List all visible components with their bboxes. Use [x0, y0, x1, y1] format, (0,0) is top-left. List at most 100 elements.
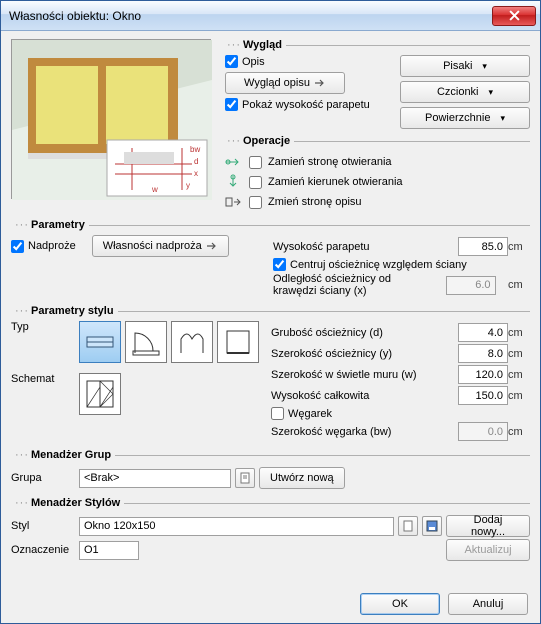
window-title: Własności obiektu: Okno — [9, 9, 492, 23]
dialog-window: Własności obiektu: Okno — [0, 0, 541, 624]
document-icon — [239, 472, 251, 484]
goto-icon — [206, 241, 218, 251]
wys-parapetu-field[interactable] — [458, 237, 508, 256]
ok-button[interactable]: OK — [360, 593, 440, 615]
swap-side-label: Zamień stronę otwierania — [268, 156, 392, 168]
operations-group: ···Operacje Zamień stronę otwierania Zam… — [223, 135, 530, 213]
wysokosc-field[interactable] — [458, 386, 508, 405]
dodaj-nowy-label: Dodaj nowy... — [457, 514, 519, 538]
odleglosc-field — [446, 276, 496, 295]
svg-text:w: w — [151, 185, 158, 194]
type-option-3[interactable] — [171, 321, 213, 363]
nadproze-checkbox[interactable] — [11, 240, 24, 253]
wegarek-label: Węgarek — [288, 408, 530, 420]
swap-direction-icon — [223, 173, 243, 191]
title-bar: Własności obiektu: Okno — [1, 1, 540, 31]
styl-label: Styl — [11, 520, 75, 532]
centruj-checkbox[interactable] — [273, 258, 286, 271]
swap-direction-checkbox[interactable] — [249, 176, 262, 189]
parametry-legend: Parametry — [31, 219, 85, 231]
dodaj-nowy-button[interactable]: Dodaj nowy... — [446, 515, 530, 537]
swap-side-icon — [223, 153, 243, 171]
save-icon — [426, 520, 438, 532]
szerokosc-osc-label: Szerokość ościeżnicy (y) — [271, 348, 458, 360]
szerokosc-osc-field[interactable] — [458, 344, 508, 363]
grupa-label: Grupa — [11, 472, 75, 484]
pokaz-wysokosc-checkbox[interactable] — [225, 98, 238, 111]
parametry-group: ···Parametry Nadproże Własności nadproża — [11, 219, 530, 299]
close-button[interactable] — [492, 6, 536, 26]
styl-browse-button[interactable] — [398, 516, 418, 536]
window-preview: bw d x y w — [11, 39, 211, 199]
wysokosc-label: Wysokość całkowita — [271, 390, 458, 402]
unit-label: cm — [508, 279, 530, 291]
typ-label: Typ — [11, 321, 75, 333]
cancel-button[interactable]: Anuluj — [448, 593, 528, 615]
parametry-stylu-group: ···Parametry stylu Typ Schemat — [11, 305, 530, 443]
oznaczenie-field[interactable] — [79, 541, 139, 560]
utworz-nowa-label: Utwórz nową — [270, 472, 334, 484]
goto-icon — [314, 78, 326, 88]
ok-label: OK — [392, 598, 408, 610]
stylow-legend: Menadżer Stylów — [31, 497, 120, 509]
swap-desc-checkbox[interactable] — [249, 196, 262, 209]
schema-option[interactable] — [79, 373, 121, 415]
unit-label: cm — [508, 348, 530, 360]
schemat-label: Schemat — [11, 373, 75, 385]
odleglosc-label: Odległość ościeżnicy od krawędzi ściany … — [273, 273, 433, 297]
powierzchnie-label: Powierzchnie — [425, 112, 490, 124]
svg-text:x: x — [194, 169, 198, 178]
parametry-stylu-legend: Parametry stylu — [31, 305, 114, 317]
czcionki-label: Czcionki — [437, 86, 479, 98]
styl-field[interactable] — [79, 517, 394, 536]
utworz-nowa-button[interactable]: Utwórz nową — [259, 467, 345, 489]
svg-text:d: d — [194, 157, 198, 166]
szer-wegarka-field — [458, 422, 508, 441]
pisaki-button[interactable]: Pisaki — [400, 55, 530, 77]
operations-legend: Operacje — [243, 135, 290, 147]
wegarek-checkbox[interactable] — [271, 407, 284, 420]
centruj-label: Centruj ościeżnicę względem ściany — [290, 259, 530, 271]
pokaz-wysokosc-row: Pokaż wysokość parapetu — [225, 98, 390, 111]
type-option-4[interactable] — [217, 321, 259, 363]
powierzchnie-button[interactable]: Powierzchnie — [400, 107, 530, 129]
appearance-legend: Wygląd — [243, 39, 282, 51]
szer-wegarka-label: Szerokość węgarka (bw) — [271, 426, 458, 438]
grupa-browse-button[interactable] — [235, 468, 255, 488]
unit-label: cm — [508, 426, 530, 438]
type-option-2[interactable] — [125, 321, 167, 363]
aktualizuj-label: Aktualizuj — [464, 544, 511, 556]
swap-direction-label: Zamień kierunek otwierania — [268, 176, 403, 188]
document-icon — [402, 520, 414, 532]
grupa-field[interactable] — [79, 469, 231, 488]
wyglad-opisu-button[interactable]: Wygląd opisu — [225, 72, 345, 94]
grubosc-field[interactable] — [458, 323, 508, 342]
dialog-footer: OK Anuluj — [360, 593, 528, 615]
czcionki-button[interactable]: Czcionki — [400, 81, 530, 103]
type-option-1[interactable] — [79, 321, 121, 363]
svg-text:y: y — [186, 181, 190, 190]
close-icon — [509, 10, 520, 21]
wlasnosci-nadproza-label: Własności nadproża — [103, 240, 202, 252]
szerokosc-muru-field[interactable] — [458, 365, 508, 384]
swap-desc-icon — [223, 193, 243, 211]
oznaczenie-label: Oznaczenie — [11, 544, 75, 556]
szerokosc-muru-label: Szerokość w świetle muru (w) — [271, 369, 458, 381]
unit-label: cm — [508, 369, 530, 381]
grupy-group: ···Menadżer Grup Grupa Utwórz nową — [11, 449, 530, 491]
stylow-group: ···Menadżer Stylów Styl Dodaj nowy... Oz… — [11, 497, 530, 563]
unit-label: cm — [508, 241, 530, 253]
wlasnosci-nadproza-button[interactable]: Własności nadproża — [92, 235, 229, 257]
styl-save-button[interactable] — [422, 516, 442, 536]
svg-text:bw: bw — [190, 145, 200, 154]
opis-checkbox[interactable] — [225, 55, 238, 68]
pisaki-label: Pisaki — [443, 60, 472, 72]
pokaz-wysokosc-label: Pokaż wysokość parapetu — [242, 99, 370, 111]
swap-side-checkbox[interactable] — [249, 156, 262, 169]
wys-parapetu-label: Wysokość parapetu — [273, 241, 458, 253]
swap-desc-label: Zmień stronę opisu — [268, 196, 362, 208]
opis-checkbox-row: Opis — [225, 55, 390, 68]
opis-label: Opis — [242, 56, 265, 68]
cancel-label: Anuluj — [473, 598, 504, 610]
appearance-group: ···Wygląd Opis Wygląd opisu — [223, 39, 530, 129]
